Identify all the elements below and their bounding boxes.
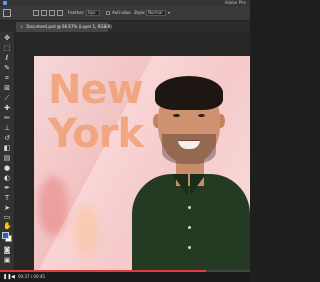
lasso-icon[interactable]: ℓ <box>3 54 11 62</box>
feather-label: Feather: <box>68 10 85 15</box>
anti-alias-checkbox[interactable] <box>106 11 110 15</box>
style-select[interactable]: Normal <box>146 10 166 16</box>
dodge-icon[interactable]: ◐ <box>3 174 11 182</box>
marquee-tool-preset-icon[interactable] <box>3 9 11 17</box>
document-tab[interactable]: × Document.psd @ 66.67% (Layer 1, RGB/8) <box>16 22 112 32</box>
path-select-icon[interactable]: ➤ <box>3 204 11 212</box>
document-tab-title: Document.psd @ 66.67% (Layer 1, RGB/8) <box>26 24 112 29</box>
playback-time: 00:37 / 00:45 <box>18 274 45 279</box>
shirt-button <box>188 246 191 249</box>
marquee-icon[interactable]: ⬚ <box>3 44 11 52</box>
subtract-selection-icon[interactable] <box>49 10 55 16</box>
brush-icon[interactable]: ✏ <box>3 114 11 122</box>
document-tab-bar: × Document.psd @ 66.67% (Layer 1, RGB/8) <box>0 21 250 32</box>
hair <box>155 76 223 110</box>
shirt-button <box>188 226 191 229</box>
collar-left <box>172 174 188 196</box>
volume-icon[interactable]: ◀ <box>11 273 15 281</box>
type-icon[interactable]: T <box>3 194 11 202</box>
screen-mode-icon[interactable]: ▣ <box>3 256 11 264</box>
anti-alias-label: Anti-alias <box>112 10 131 15</box>
video-player-bar: ❚❚ ◀ 00:37 / 00:45 <box>0 270 250 282</box>
crop-icon[interactable]: ⌗ <box>3 74 11 82</box>
foreground-color-swatch[interactable] <box>2 232 9 239</box>
healing-icon[interactable]: ✚ <box>3 104 11 112</box>
canvas-area[interactable]: New York <box>14 32 250 270</box>
beard <box>162 134 216 164</box>
bokeh-shape <box>38 176 68 236</box>
progress-fill <box>0 270 206 272</box>
close-icon[interactable]: × <box>20 22 23 32</box>
new-selection-icon[interactable] <box>33 10 39 16</box>
tools-panel: ✥ ⬚ ℓ ✎ ⌗ ⊠ ⟋ ✚ ✏ ⊥ ↺ ◧ ▤ ● ◐ ✒ T ➤ ▭ ✋ … <box>0 32 14 270</box>
eye-right <box>198 114 205 117</box>
intersect-selection-icon[interactable] <box>57 10 63 16</box>
photoshop-logo-icon <box>3 1 7 5</box>
shape-icon[interactable]: ▭ <box>3 213 11 221</box>
document-image[interactable]: New York <box>34 56 250 270</box>
add-to-selection-icon[interactable] <box>41 10 47 16</box>
gradient-icon[interactable]: ▤ <box>3 154 11 162</box>
eye-left <box>173 114 180 117</box>
style-label: Style: <box>134 10 146 15</box>
collar-right <box>190 174 206 196</box>
stamp-icon[interactable]: ⊥ <box>3 124 11 132</box>
quick-select-icon[interactable]: ✎ <box>3 64 11 72</box>
history-brush-icon[interactable]: ↺ <box>3 134 11 142</box>
eyedropper-icon[interactable]: ⟋ <box>3 94 11 102</box>
move-icon[interactable]: ✥ <box>3 34 11 42</box>
blur-icon[interactable]: ● <box>3 164 11 172</box>
frame-icon[interactable]: ⊠ <box>3 84 11 92</box>
shirt-button <box>188 206 191 209</box>
feather-input[interactable]: 0px <box>86 10 100 16</box>
person-figure <box>118 56 250 270</box>
eraser-icon[interactable]: ◧ <box>3 144 11 152</box>
chevron-down-icon[interactable]: ▾ <box>168 9 170 17</box>
bokeh-shape <box>74 206 98 256</box>
pen-icon[interactable]: ✒ <box>3 184 11 192</box>
options-bar: Feather: 0px Anti-alias Style: Normal ▾ <box>0 6 250 21</box>
quick-mask-icon[interactable]: ◙ <box>3 246 11 254</box>
hand-icon[interactable]: ✋ <box>3 222 12 230</box>
